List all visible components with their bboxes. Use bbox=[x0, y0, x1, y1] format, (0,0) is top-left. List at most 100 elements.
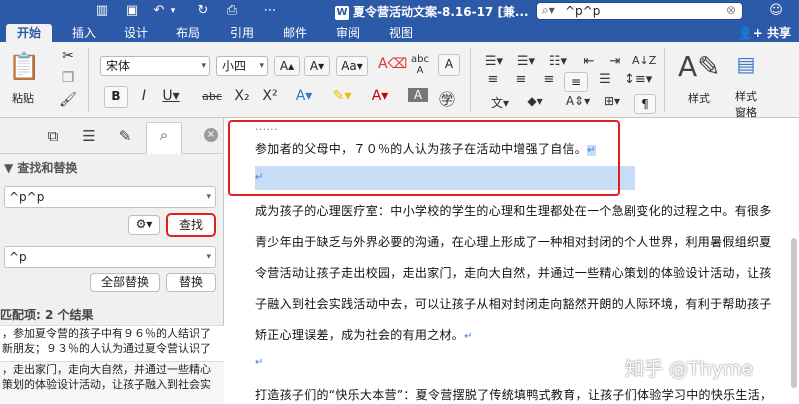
tab-insert[interactable]: 插入 bbox=[64, 24, 104, 42]
tab-references[interactable]: 引用 bbox=[222, 24, 262, 42]
align-center-icon[interactable]: ≡ bbox=[510, 72, 532, 87]
paragraph-line: 令营活动让孩子走出校园，走出家门，走向大自然，并通过一些精心策划的体验设计活动，… bbox=[255, 266, 772, 280]
print-icon[interactable]: ⎙ bbox=[224, 3, 240, 19]
character-shading-icon[interactable]: A bbox=[408, 88, 428, 102]
share-label: 共享 bbox=[766, 26, 791, 40]
underline-button[interactable]: U▾ bbox=[160, 88, 182, 104]
clear-icon[interactable]: ⊗ bbox=[726, 3, 736, 17]
user-icon[interactable]: ☺ bbox=[768, 3, 784, 19]
character-border-icon[interactable]: A bbox=[438, 54, 460, 76]
tab-design[interactable]: 设计 bbox=[116, 24, 156, 42]
justify-icon[interactable]: ≡ bbox=[564, 72, 588, 92]
save-icon[interactable]: ▣ bbox=[124, 3, 140, 19]
sidebar-icon[interactable]: ▥ bbox=[94, 3, 110, 19]
format-painter-icon[interactable]: 🖌 bbox=[58, 92, 78, 108]
styles-icon[interactable]: A✎ bbox=[678, 50, 721, 84]
watermark-text: 知乎 @Thyme bbox=[625, 358, 754, 380]
close-icon[interactable]: × bbox=[204, 128, 218, 142]
font-size-select[interactable]: 小四 ▾ bbox=[216, 56, 268, 76]
pane-tabs: ⧉ ☰ ✎ ⌕ × bbox=[0, 118, 224, 154]
show-marks-icon[interactable]: ¶ bbox=[634, 94, 656, 114]
replace-button[interactable]: 替换 bbox=[166, 273, 216, 292]
replace-input-value: ^p bbox=[9, 250, 27, 264]
share-button[interactable]: 👤+ 共享 bbox=[738, 24, 791, 41]
asian-layout-icon[interactable]: A⇕▾ bbox=[564, 94, 592, 108]
paragraph-text: 矫正心理误差，成为社会的有用之材。 bbox=[255, 328, 465, 342]
paragraph-line: 子融入到社会实践活动中去，可以让孩子从相对封闭走向豁然开朗的人际环境，有利于帮助… bbox=[255, 297, 772, 311]
subscript-button[interactable]: X₂ bbox=[232, 88, 252, 104]
decrease-indent-icon[interactable]: ⇤ bbox=[578, 54, 600, 69]
tab-mailings[interactable]: 邮件 bbox=[275, 24, 315, 42]
result-item[interactable]: ，参加夏令营的孩子中有９６％的人结识了 新朋友；９３％的人认为通过夏令营认识了 bbox=[0, 325, 224, 361]
font-color-icon[interactable]: A▾ bbox=[366, 88, 394, 104]
multilevel-list-icon[interactable]: ☷▾ bbox=[544, 54, 572, 69]
phonetic-guide-icon[interactable]: abc A bbox=[408, 54, 432, 76]
search-icon: ⌕▾ bbox=[542, 3, 555, 17]
thumbnails-icon[interactable]: ⧉ bbox=[40, 124, 66, 148]
change-case-icon: Aa▾ bbox=[341, 59, 363, 73]
line-spacing-icon[interactable]: ↕≡▾ bbox=[624, 72, 652, 87]
shrink-font-button[interactable]: A▾ bbox=[304, 56, 330, 76]
comments-icon[interactable]: ✎ bbox=[112, 124, 138, 148]
tab-view[interactable]: 视图 bbox=[381, 24, 421, 42]
paragraph-mark: ↵ bbox=[464, 331, 473, 342]
vertical-scrollbar[interactable] bbox=[791, 238, 797, 388]
borders-icon[interactable]: ⊞▾ bbox=[598, 94, 626, 108]
ribbon-tab-bar: 开始 插入 设计 布局 引用 邮件 审阅 视图 👤+ 共享 bbox=[0, 22, 799, 42]
increase-indent-icon[interactable]: ⇥ bbox=[604, 54, 626, 69]
outline-icon[interactable]: ☰ bbox=[76, 124, 102, 148]
chevron-down-icon: ▾ bbox=[206, 252, 211, 262]
paste-label: 粘贴 bbox=[12, 92, 34, 105]
customize-icon[interactable]: ⋯ bbox=[262, 3, 278, 19]
result-line: ，走出家门，走向大自然，并通过一些精心 bbox=[2, 363, 211, 376]
replace-input[interactable]: ^p ▾ bbox=[4, 246, 216, 268]
font-name-select[interactable]: 宋体 ▾ bbox=[100, 56, 210, 76]
paragraph-line: 青少年由于缺乏与外界必要的沟通，在心理上形成了一种相对封闭的个人世界，利用暑假组… bbox=[255, 235, 772, 249]
tab-review[interactable]: 审阅 bbox=[328, 24, 368, 42]
chevron-down-icon: ▾ bbox=[201, 61, 206, 71]
styles-pane-icon[interactable]: ▤ bbox=[732, 52, 760, 80]
find-button[interactable]: 查找 bbox=[166, 213, 216, 237]
text-effects-icon[interactable]: A▾ bbox=[292, 88, 316, 104]
find-input[interactable]: ^p^p ▾ bbox=[4, 186, 216, 208]
bold-button[interactable]: B bbox=[104, 86, 128, 108]
highlight-annotation-box bbox=[228, 120, 620, 196]
clear-formatting-icon[interactable]: A⌫ bbox=[378, 56, 407, 72]
result-item[interactable]: ，走出家门，走向大自然，并通过一些精心 策划的体验设计活动，让孩子融入到社会实 bbox=[0, 361, 224, 404]
replace-all-button[interactable]: 全部替换 bbox=[90, 273, 160, 292]
empty-paragraph-line: ↵ bbox=[255, 354, 264, 368]
shrink-font-icon: A▾ bbox=[309, 59, 325, 73]
tab-home[interactable]: 开始 bbox=[6, 24, 52, 42]
distributed-icon[interactable]: ☰ bbox=[594, 72, 616, 87]
change-case-button[interactable]: Aa▾ bbox=[336, 56, 368, 76]
search-document-input[interactable]: ⌕▾ ^p^p ⊗ bbox=[536, 2, 743, 20]
enclosed-character-icon[interactable]: ㊫ bbox=[436, 86, 458, 110]
tab-layout[interactable]: 布局 bbox=[168, 24, 208, 42]
align-left-icon[interactable]: ≡ bbox=[482, 72, 504, 87]
find-options-button[interactable]: ⚙▾ bbox=[128, 215, 160, 235]
undo-icon[interactable]: ↶ bbox=[152, 3, 166, 19]
chinese-layout-icon[interactable]: 文▾ bbox=[486, 94, 514, 111]
highlight-icon[interactable]: ✎▾ bbox=[328, 88, 356, 104]
find-replace-title: 查找和替换 bbox=[17, 161, 78, 175]
superscript-button[interactable]: X² bbox=[260, 88, 280, 104]
shading-icon[interactable]: ◆▾ bbox=[520, 94, 550, 108]
redo-icon[interactable]: ↻ bbox=[196, 3, 210, 19]
italic-button[interactable]: I bbox=[134, 88, 154, 104]
font-size-value: 小四 bbox=[222, 59, 247, 73]
document-title: W 夏令营活动文案-8.16-17 [兼... bbox=[335, 3, 529, 20]
numbering-icon[interactable]: ☰▾ bbox=[512, 54, 540, 69]
find-replace-section-header[interactable]: ▼ 查找和替换 bbox=[4, 159, 77, 176]
sort-icon[interactable]: A↓Z bbox=[632, 54, 656, 67]
copy-icon[interactable]: ❐ bbox=[58, 70, 78, 86]
bullets-icon[interactable]: ☰▾ bbox=[480, 54, 508, 69]
grow-font-button[interactable]: A▴ bbox=[274, 56, 300, 76]
align-right-icon[interactable]: ≡ bbox=[538, 72, 560, 87]
find-tab-search-icon[interactable]: ⌕ bbox=[146, 122, 182, 154]
triangle-down-icon: ▼ bbox=[4, 161, 14, 175]
paste-icon[interactable]: 📋 bbox=[8, 52, 40, 84]
strikethrough-button[interactable]: abc bbox=[198, 90, 226, 103]
undo-dropdown-icon[interactable]: ▾ bbox=[168, 3, 178, 19]
cut-icon[interactable]: ✂ bbox=[58, 48, 78, 64]
result-line: 策划的体验设计活动，让孩子融入到社会实 bbox=[2, 378, 211, 391]
